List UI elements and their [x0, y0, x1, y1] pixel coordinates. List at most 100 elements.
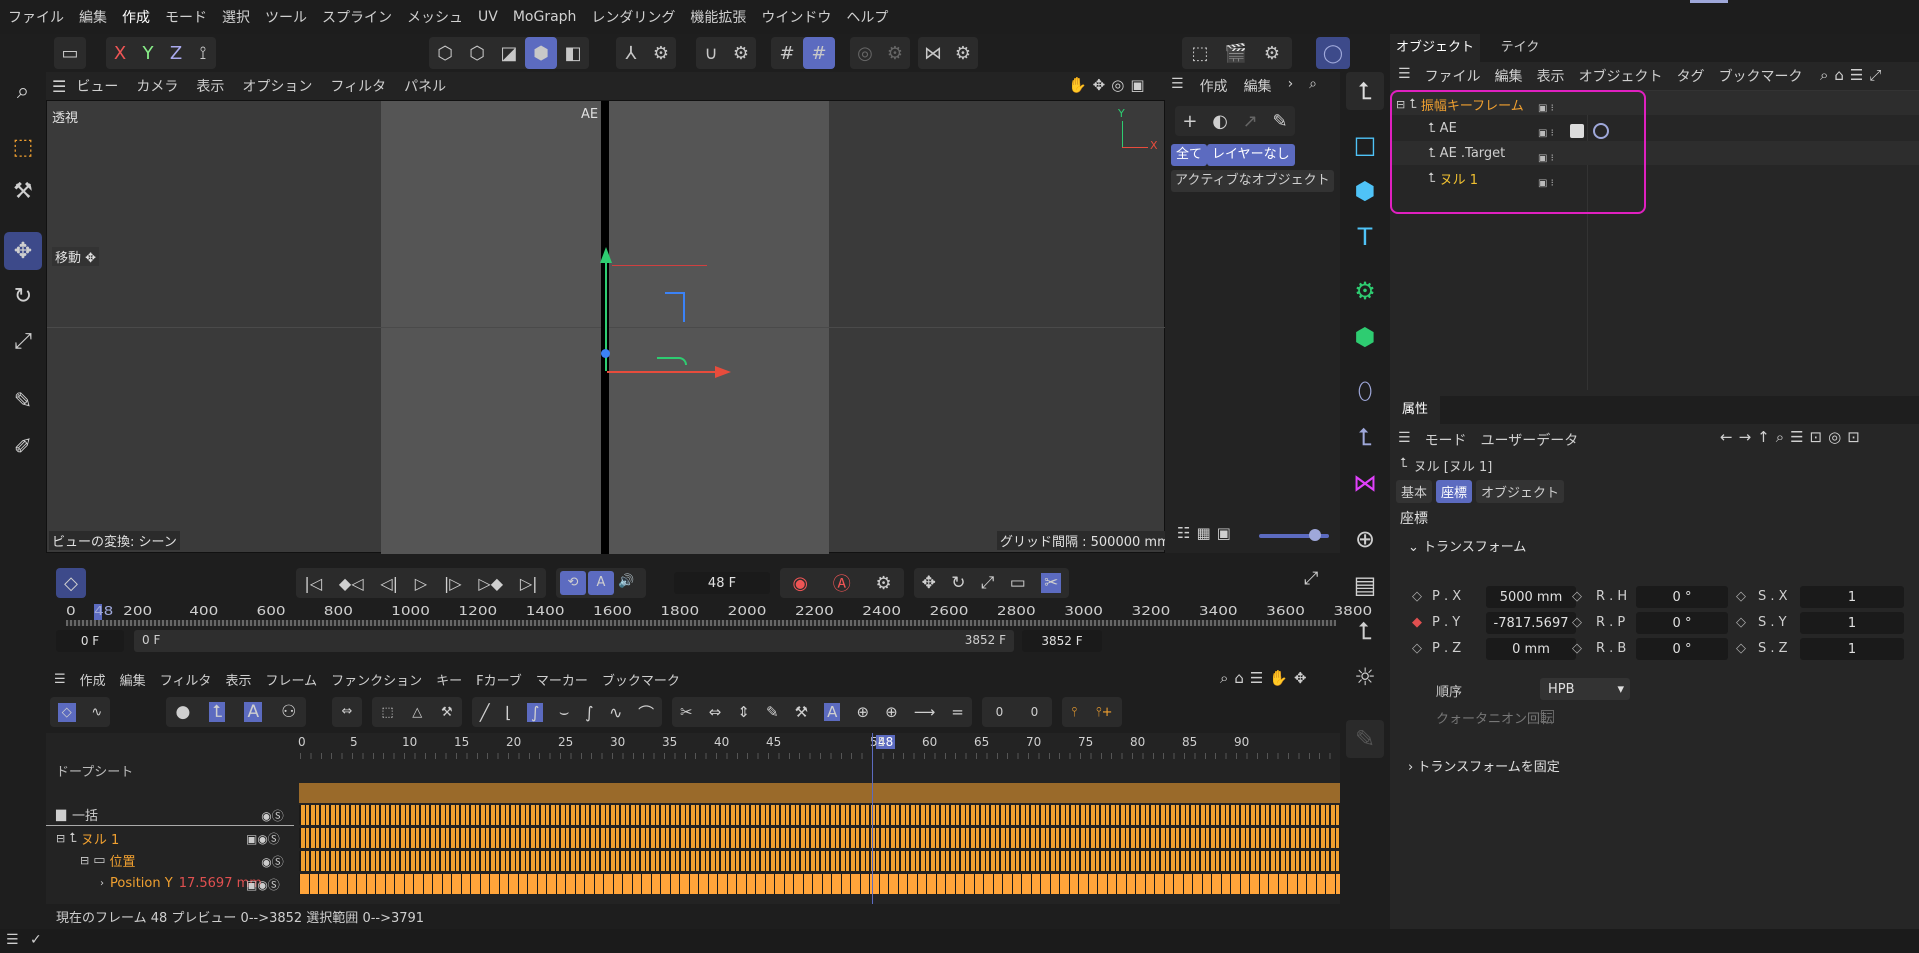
vp-menu-filter[interactable]: フィルタ [330, 76, 386, 96]
tab-attributes[interactable]: 属性 [1390, 396, 1440, 424]
obj-menu-object[interactable]: オブジェクト [1579, 66, 1663, 86]
menu-item[interactable]: UV [478, 9, 498, 25]
gear-icon[interactable]: ⚙ [726, 37, 756, 69]
viewport-nav-icons[interactable]: ✋✥◎▣ [1068, 76, 1151, 94]
sx-field[interactable]: 1 [1800, 586, 1904, 608]
rectangle-spline-icon[interactable]: □ [1346, 126, 1384, 164]
magnet-icon[interactable]: ∪ [696, 37, 726, 69]
key-position-icon[interactable]: ✥ [922, 573, 936, 593]
render-view-icon[interactable]: 🎬 [1218, 37, 1254, 69]
quaternion-checkbox[interactable] [1541, 710, 1554, 723]
key-diamond-icon[interactable]: ◇ [1412, 641, 1422, 656]
attr-menu-mode[interactable]: モード [1425, 430, 1467, 450]
dope-menu-fcurve[interactable]: Fカーブ [476, 670, 522, 689]
keyframe-mode-icon[interactable]: ◇ [56, 568, 86, 598]
key-active-icon[interactable]: ◆ [1412, 615, 1422, 630]
keyframe-track-posy[interactable] [299, 874, 1340, 894]
auto-tangent-icon[interactable]: ⌒ [638, 700, 654, 724]
grid-snap-icon[interactable]: # [803, 37, 835, 69]
3d-viewport[interactable]: 透視 移動 ✥ AE Y X ビューの変換: シーン グリッド間隔 : 5000… [46, 100, 1173, 554]
key-param-icon[interactable]: ▭ [1010, 573, 1026, 593]
hamburger-icon[interactable]: ☰ [6, 932, 19, 948]
chevron-right-icon[interactable]: › [1288, 76, 1294, 96]
lock-value-icon[interactable]: ⇕ [737, 703, 750, 721]
xz-plane-handle[interactable] [657, 357, 687, 365]
key-diamond-icon[interactable]: ◇ [1572, 615, 1582, 630]
prev-key-icon[interactable]: ◆◁ [339, 574, 364, 593]
ease-out-icon[interactable]: ∫ [585, 703, 593, 722]
next-frame-icon[interactable]: |▷ [444, 574, 462, 593]
search-icon[interactable]: ⌕ [4, 72, 42, 110]
layer-view-icons[interactable]: ☷▦▣ [1177, 524, 1237, 542]
hierarchy-icon[interactable]: ⮤ [209, 702, 226, 722]
anim-mode-icon[interactable]: A [588, 571, 614, 595]
all-button[interactable]: 全て [1171, 144, 1208, 166]
equal-icon[interactable]: = [951, 703, 964, 721]
zero-value-icon[interactable]: 0 [1031, 705, 1039, 719]
start-frame-field[interactable]: 0 F [56, 630, 124, 652]
texture-mode-icon[interactable]: ◧ [557, 37, 589, 69]
freeze-group[interactable]: › トランスフォームを固定 [1408, 756, 1560, 775]
archive-button[interactable]: ▭ [54, 37, 86, 69]
dope-menu-key[interactable]: キー [436, 670, 462, 689]
x-axis-handle[interactable] [607, 371, 717, 373]
rotate-tool-icon[interactable]: ↻ [4, 277, 42, 315]
vp-menu-display[interactable]: 表示 [196, 76, 224, 96]
tab-object[interactable]: オブジェクト [1476, 480, 1565, 503]
move-keys-icon[interactable]: ⇔ [332, 697, 362, 727]
coordinate-system-icon[interactable]: ⟟ [190, 37, 216, 69]
y-axis-button[interactable]: Y [134, 37, 162, 69]
scale-tool-icon[interactable]: ⤢ [4, 322, 42, 360]
loop-icon[interactable]: ⟲ [560, 571, 586, 595]
link-icon[interactable]: ↗ [1243, 111, 1258, 132]
search-icon[interactable]: ⌕ [1309, 76, 1317, 96]
axis-icon[interactable]: ⅄ [616, 37, 646, 69]
track-visibility-icons[interactable]: ◉Ⓢ ▣◉Ⓢ ◉Ⓢ ▣◉Ⓢ [246, 805, 284, 897]
layer-menu-create[interactable]: 作成 [1200, 76, 1228, 96]
key-pla-icon[interactable]: ✂ [1041, 573, 1062, 593]
field-icon[interactable]: ⋈ [1346, 464, 1384, 502]
light-icon[interactable]: ☼ [1346, 658, 1384, 696]
dope-menu-edit[interactable]: 編集 [120, 670, 146, 689]
menu-item[interactable]: ウインドウ [761, 7, 831, 27]
track-row[interactable]: ⊟ ▭ 位置 [80, 849, 136, 871]
render-region-icon[interactable]: ⬚ [1182, 37, 1218, 69]
sphere-icon[interactable]: ● [176, 702, 191, 722]
rp-field[interactable]: 0 ° [1636, 612, 1728, 634]
move-tool-icon[interactable]: ✥ [4, 232, 42, 270]
dopesheet-mode-icon[interactable]: ◇ [57, 702, 76, 722]
user-icon[interactable]: ⚇ [281, 702, 296, 722]
zero-length-icon[interactable]: 0 [996, 705, 1004, 719]
fcurve-mode-icon[interactable]: ∿ [91, 705, 102, 720]
obj-menu-view[interactable]: 表示 [1537, 66, 1565, 86]
record-icon[interactable]: ◉ [792, 573, 808, 594]
dope-menu-frame[interactable]: フレーム [265, 670, 317, 689]
dope-playhead-line[interactable] [872, 733, 873, 909]
render-settings-icon[interactable]: ⚙ [1254, 37, 1290, 69]
px-field[interactable]: 5000 mm [1486, 586, 1576, 608]
zero-angle-icon[interactable]: ⟶ [914, 703, 936, 721]
ease-in-icon[interactable]: ⌣ [559, 702, 570, 722]
connect-icon[interactable]: ⮤ [1346, 418, 1384, 456]
zoom-slider-handle[interactable] [1309, 529, 1321, 541]
py-field[interactable]: -7817.5697 [1486, 612, 1576, 634]
order-select[interactable]: HPB ▾ [1540, 678, 1630, 700]
menu-item[interactable]: スプライン [322, 7, 392, 27]
vp-menu-camera[interactable]: カメラ [136, 76, 178, 96]
marker-icon[interactable]: ⫯ [1071, 705, 1077, 720]
obj-menu-tags[interactable]: タグ [1677, 66, 1705, 86]
key-settings-icon[interactable]: ⚙ [875, 573, 891, 594]
key-diamond-icon[interactable]: ◇ [1736, 615, 1746, 630]
end-frame-field[interactable]: 3852 F [1022, 630, 1102, 652]
add-icon[interactable]: + [1182, 111, 1197, 132]
sound-icon[interactable]: 🔊 [618, 574, 634, 589]
attribute-header-icons[interactable]: ←→↑⌕☰⊡◎⊡ [1720, 428, 1866, 446]
obj-menu-bookmarks[interactable]: ブックマーク [1719, 66, 1803, 86]
dope-menu-view[interactable]: 表示 [225, 670, 251, 689]
clapboard-icon[interactable]: ▤ [1346, 566, 1384, 604]
lock-tangent-icon[interactable]: ⊕ [856, 703, 869, 721]
collapse-icon[interactable]: ⊟ [80, 854, 89, 867]
spline-pen-icon[interactable]: ✐ [4, 428, 42, 466]
tab-objects[interactable]: オブジェクト [1390, 34, 1480, 62]
check-icon[interactable]: ✓ [30, 932, 42, 948]
